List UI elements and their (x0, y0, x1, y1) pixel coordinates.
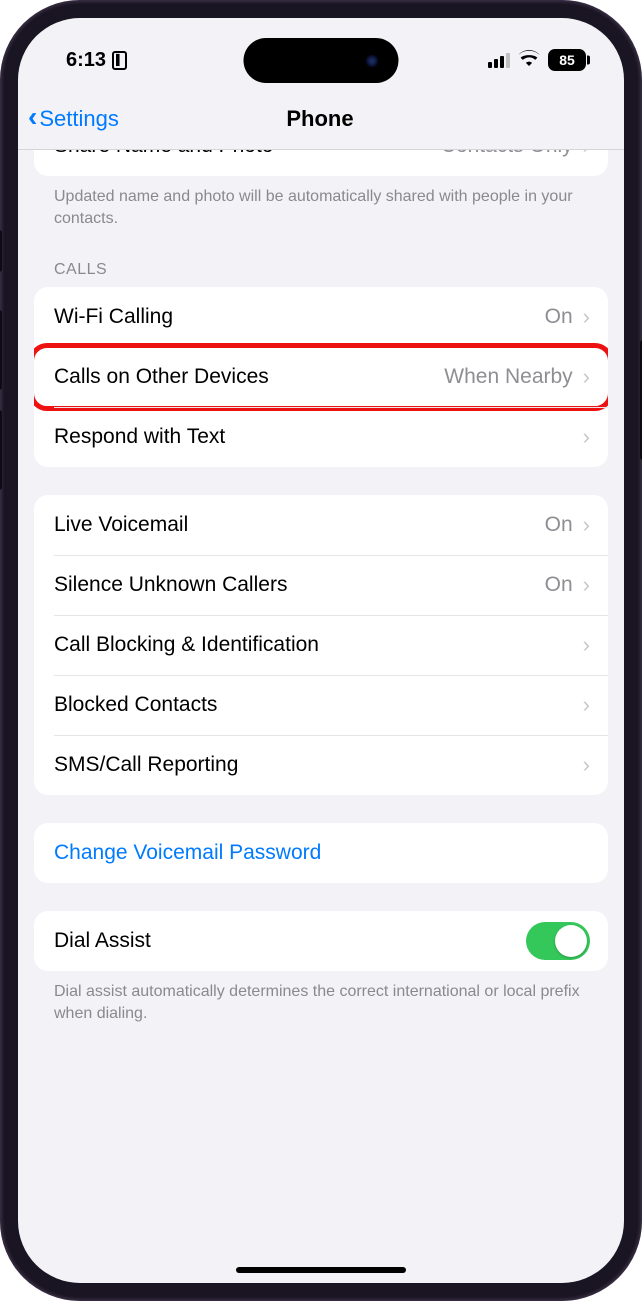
row-value: On (545, 573, 573, 597)
respond-text-row[interactable]: Respond with Text › (34, 407, 608, 467)
calls-header: CALLS (34, 241, 608, 287)
row-label: Respond with Text (54, 425, 583, 449)
blocked-contacts-row[interactable]: Blocked Contacts › (34, 675, 608, 735)
row-value: On (545, 305, 573, 329)
change-voicemail-password-row[interactable]: Change Voicemail Password (34, 823, 608, 883)
row-value: When Nearby (444, 365, 572, 389)
misc-group: Live Voicemail On › Silence Unknown Call… (34, 495, 608, 795)
volume-down-button (0, 410, 2, 490)
chevron-right-icon: › (583, 366, 590, 388)
voicemail-password-group: Change Voicemail Password (34, 823, 608, 883)
status-time: 6:13 (66, 49, 106, 72)
battery-level: 85 (559, 52, 575, 68)
chevron-right-icon: › (583, 754, 590, 776)
row-value: Contacts Only (441, 150, 573, 158)
nav-bar: ‹ Settings Phone (18, 88, 624, 150)
chevron-right-icon: › (583, 150, 590, 157)
dial-assist-group: Dial Assist (34, 911, 608, 971)
row-label: Change Voicemail Password (54, 841, 590, 865)
chevron-right-icon: › (583, 306, 590, 328)
sms-call-reporting-row[interactable]: SMS/Call Reporting › (34, 735, 608, 795)
row-label: Blocked Contacts (54, 693, 583, 717)
battery-icon: 85 (548, 49, 586, 71)
cellular-signal-icon (488, 53, 510, 68)
dynamic-island (244, 38, 399, 83)
volume-up-button (0, 310, 2, 390)
page-title: Phone (286, 106, 353, 132)
dial-assist-row[interactable]: Dial Assist (34, 911, 608, 971)
chevron-right-icon: › (583, 574, 590, 596)
screen: 6:13 ▌ 85 ‹ Settings Phone (18, 18, 624, 1283)
row-label: Live Voicemail (54, 513, 545, 537)
row-label: Call Blocking & Identification (54, 633, 583, 657)
sim-card-icon: ▌ (112, 51, 127, 70)
wifi-calling-row[interactable]: Wi-Fi Calling On › (34, 287, 608, 347)
chevron-right-icon: › (583, 514, 590, 536)
row-label: Calls on Other Devices (54, 365, 444, 389)
share-name-photo-row[interactable]: Share Name and Photo Contacts Only › (34, 150, 608, 176)
settings-content[interactable]: Share Name and Photo Contacts Only › Upd… (18, 150, 624, 1283)
row-label: Share Name and Photo (54, 150, 441, 158)
calls-group: Wi-Fi Calling On › Calls on Other Device… (34, 287, 608, 467)
call-blocking-id-row[interactable]: Call Blocking & Identification › (34, 615, 608, 675)
dial-assist-caption: Dial assist automatically determines the… (34, 981, 608, 1028)
row-label: Dial Assist (54, 929, 526, 953)
row-label: SMS/Call Reporting (54, 753, 583, 777)
silence-unknown-row[interactable]: Silence Unknown Callers On › (34, 555, 608, 615)
dial-assist-toggle[interactable] (526, 922, 590, 960)
mute-switch (0, 230, 2, 272)
chevron-right-icon: › (583, 634, 590, 656)
row-label: Silence Unknown Callers (54, 573, 545, 597)
name-photo-group: Share Name and Photo Contacts Only › (34, 150, 608, 176)
wifi-icon (518, 50, 540, 71)
home-indicator[interactable] (236, 1267, 406, 1273)
phone-frame: 6:13 ▌ 85 ‹ Settings Phone (0, 0, 642, 1301)
row-label: Wi-Fi Calling (54, 305, 545, 329)
share-caption: Updated name and photo will be automatic… (34, 186, 608, 233)
back-button[interactable]: ‹ Settings (28, 103, 286, 135)
back-label: Settings (39, 106, 119, 132)
chevron-right-icon: › (583, 694, 590, 716)
chevron-right-icon: › (583, 426, 590, 448)
live-voicemail-row[interactable]: Live Voicemail On › (34, 495, 608, 555)
row-value: On (545, 513, 573, 537)
calls-other-devices-row[interactable]: Calls on Other Devices When Nearby › (34, 347, 608, 407)
chevron-left-icon: ‹ (28, 103, 37, 135)
